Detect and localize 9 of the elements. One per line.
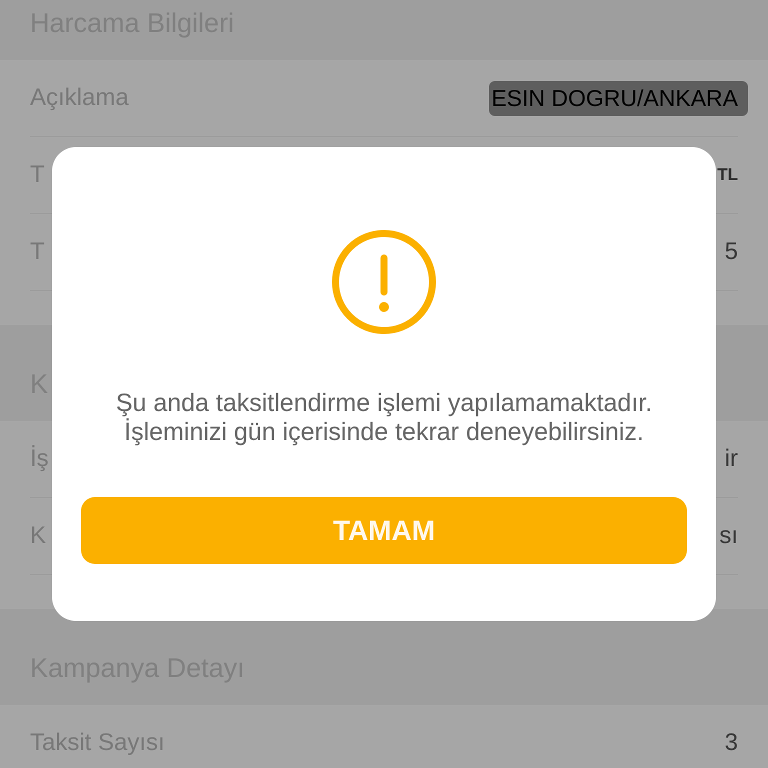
row-value: ir — [724, 445, 738, 473]
warning-icon — [332, 230, 436, 334]
ok-button[interactable]: TAMAM — [81, 497, 687, 564]
row-value: TL — [717, 165, 738, 185]
row-value: ESIN DOGRU/ANKARA — [489, 80, 748, 116]
row-value: 5 — [724, 238, 738, 266]
row-value: sı — [719, 522, 738, 550]
dialog-message: Şu anda taksitlendirme işlemi yapılamamaktadır. İşleminizi gün içerisinde tekrar deneyebilirsiniz. — [116, 389, 652, 447]
row-value: 3 — [724, 729, 738, 757]
